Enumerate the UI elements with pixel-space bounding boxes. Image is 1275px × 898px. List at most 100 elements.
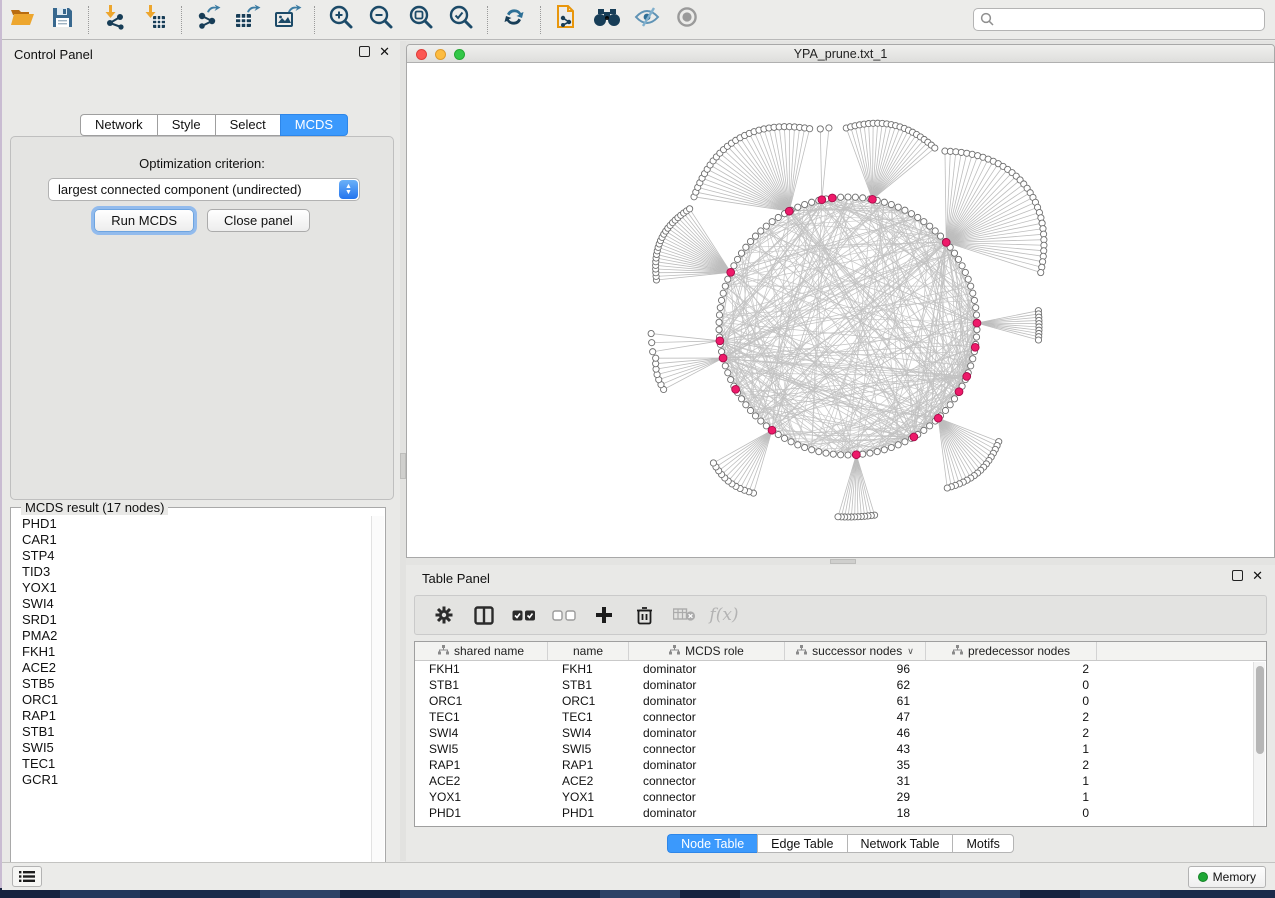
mcds-result-item[interactable]: SRD1 <box>12 612 371 628</box>
column-header-name[interactable]: name <box>548 642 629 660</box>
graph-node[interactable] <box>731 263 737 269</box>
splitter-handle[interactable] <box>830 559 856 564</box>
graph-node[interactable] <box>687 206 693 212</box>
graph-node[interactable] <box>758 418 764 424</box>
graph-node[interactable] <box>710 460 716 466</box>
network-search-box[interactable] <box>973 8 1265 31</box>
graph-node[interactable] <box>867 450 873 456</box>
show-visibility-button[interactable] <box>667 3 707 37</box>
graph-node[interactable] <box>718 297 724 303</box>
graph-node[interactable] <box>895 442 901 448</box>
graph-node[interactable] <box>795 442 801 448</box>
import-network-button[interactable] <box>95 3 135 37</box>
mcds-result-item[interactable]: RAP1 <box>12 708 371 724</box>
mcds-result-item[interactable]: ORC1 <box>12 692 371 708</box>
graph-node-mcds[interactable] <box>910 433 918 441</box>
open-file-button[interactable] <box>2 3 42 37</box>
graph-node[interactable] <box>717 305 723 311</box>
network-canvas[interactable] <box>407 63 1274 557</box>
graph-node[interactable] <box>973 334 979 340</box>
graph-node[interactable] <box>795 204 801 210</box>
tab-select[interactable]: Select <box>215 114 280 136</box>
search-network-button[interactable] <box>587 3 627 37</box>
graph-node[interactable] <box>743 402 749 408</box>
close-panel-icon[interactable]: ✕ <box>379 46 390 57</box>
graph-node-mcds[interactable] <box>716 337 724 345</box>
graph-node-mcds[interactable] <box>868 195 876 203</box>
graph-node[interactable] <box>734 256 740 262</box>
graph-node[interactable] <box>722 363 728 369</box>
graph-node[interactable] <box>965 276 971 282</box>
select-all-button[interactable] <box>511 610 537 621</box>
float-panel-icon[interactable] <box>359 46 370 57</box>
graph-node[interactable] <box>649 340 655 346</box>
annotation-document-button[interactable] <box>547 3 587 37</box>
table-settings-button[interactable] <box>431 605 457 625</box>
graph-node-mcds[interactable] <box>719 354 727 362</box>
graph-node[interactable] <box>942 407 948 413</box>
graph-node[interactable] <box>970 290 976 296</box>
graph-node[interactable] <box>947 402 953 408</box>
graph-node-mcds[interactable] <box>732 385 740 393</box>
graph-node[interactable] <box>788 439 794 445</box>
table-row[interactable]: STB1STB1dominator620 <box>415 677 1266 693</box>
table-row[interactable]: RAP1RAP1dominator352 <box>415 757 1266 773</box>
graph-node[interactable] <box>743 244 749 250</box>
tab-mcds[interactable]: MCDS <box>280 114 348 136</box>
graph-node[interactable] <box>902 439 908 445</box>
graph-node[interactable] <box>716 319 722 325</box>
graph-node[interactable] <box>775 214 781 220</box>
export-network-button[interactable] <box>188 3 228 37</box>
graph-node[interactable] <box>830 451 836 457</box>
graph-node[interactable] <box>653 355 659 361</box>
delete-column-button[interactable] <box>631 606 657 625</box>
graph-node[interactable] <box>959 263 965 269</box>
column-header-MCDS-role[interactable]: MCDS role <box>629 642 785 660</box>
graph-node[interactable] <box>752 233 758 239</box>
zoom-in-button[interactable] <box>321 3 361 37</box>
mcds-result-item[interactable]: FKH1 <box>12 644 371 660</box>
tab-node-table[interactable]: Node Table <box>667 834 757 853</box>
zoom-fit-button[interactable] <box>401 3 441 37</box>
graph-node[interactable] <box>932 228 938 234</box>
graph-node[interactable] <box>716 327 722 333</box>
column-header-predecessor-nodes[interactable]: predecessor nodes <box>926 642 1097 660</box>
graph-node[interactable] <box>845 194 851 200</box>
graph-node[interactable] <box>944 485 950 491</box>
graph-node[interactable] <box>738 396 744 402</box>
graph-node[interactable] <box>845 452 851 458</box>
graph-node[interactable] <box>781 435 787 441</box>
graph-node[interactable] <box>970 356 976 362</box>
scrollbar-thumb[interactable] <box>1256 666 1264 754</box>
graph-node[interactable] <box>747 407 753 413</box>
tab-network-table[interactable]: Network Table <box>847 834 953 853</box>
graph-node[interactable] <box>720 290 726 296</box>
zoom-out-button[interactable] <box>361 3 401 37</box>
graph-node[interactable] <box>763 223 769 229</box>
graph-node[interactable] <box>874 449 880 455</box>
memory-button[interactable]: Memory <box>1188 866 1266 888</box>
graph-node[interactable] <box>921 427 927 433</box>
float-panel-icon[interactable] <box>1232 570 1243 581</box>
graph-node[interactable] <box>962 269 968 275</box>
graph-node[interactable] <box>915 214 921 220</box>
network-window-titlebar[interactable]: YPA_prune.txt_1 <box>407 45 1274 63</box>
delete-table-button[interactable] <box>671 608 697 622</box>
graph-node[interactable] <box>968 283 974 289</box>
graph-node-mcds[interactable] <box>785 207 793 215</box>
add-column-button[interactable] <box>591 606 617 624</box>
graph-node-mcds[interactable] <box>934 414 942 422</box>
graph-node[interactable] <box>648 330 654 336</box>
mcds-result-item[interactable]: SWI4 <box>12 596 371 612</box>
graph-node-mcds[interactable] <box>971 343 979 351</box>
zoom-selected-button[interactable] <box>441 3 481 37</box>
graph-node[interactable] <box>752 413 758 419</box>
export-table-button[interactable] <box>228 3 268 37</box>
graph-node-mcds[interactable] <box>828 194 836 202</box>
graph-node-mcds[interactable] <box>768 426 776 434</box>
mcds-result-item[interactable]: PHD1 <box>12 516 371 532</box>
graph-node-mcds[interactable] <box>942 238 950 246</box>
graph-node[interactable] <box>974 327 980 333</box>
graph-node[interactable] <box>1035 337 1041 343</box>
mcds-result-list[interactable]: PHD1CAR1STP4TID3YOX1SWI4SRD1PMA2FKH1ACE2… <box>12 516 371 877</box>
